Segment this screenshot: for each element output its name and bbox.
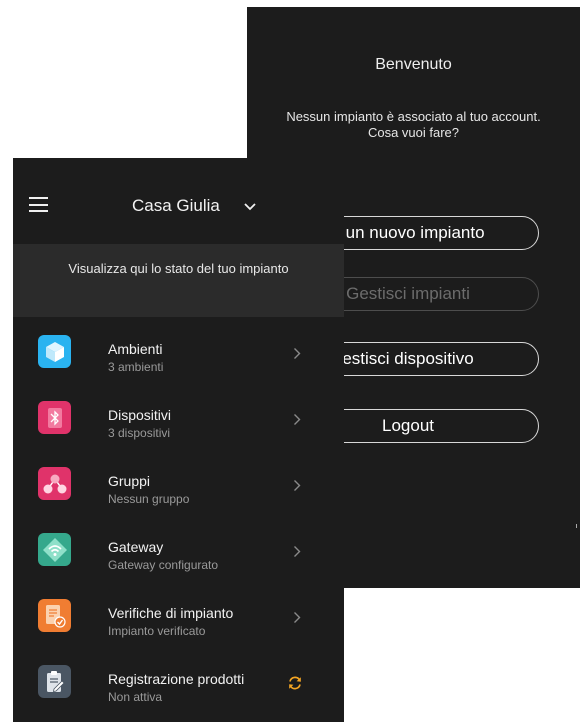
welcome-message-line2: Cosa vuoi fare? xyxy=(367,125,460,140)
chevron-right-icon xyxy=(294,612,301,623)
chevron-down-icon[interactable] xyxy=(243,202,257,211)
item-subtitle: Impianto verificato xyxy=(108,624,206,638)
status-text: Visualizza qui lo stato del tuo impianto xyxy=(68,261,289,276)
menu-item-dispositivi[interactable]: Dispositivi 3 dispositivi xyxy=(13,391,344,457)
chevron-right-icon xyxy=(294,546,301,557)
menu-item-ambienti[interactable]: Ambienti 3 ambienti xyxy=(13,325,344,391)
menu-item-gateway[interactable]: Gateway Gateway configurato xyxy=(13,523,344,589)
bluetooth-icon xyxy=(38,401,71,434)
top-bar: Casa Giulia xyxy=(13,158,344,244)
item-name: Gruppi xyxy=(108,473,151,489)
menu-item-gruppi[interactable]: Gruppi Nessun gruppo xyxy=(13,457,344,523)
welcome-message-line1: Nessun impianto è associato al tuo accou… xyxy=(286,109,541,124)
clipboard-edit-icon xyxy=(38,665,71,698)
item-subtitle: Gateway configurato xyxy=(108,558,219,572)
item-subtitle: 3 dispositivi xyxy=(108,426,171,440)
document-check-icon xyxy=(38,599,71,632)
status-banner: Visualizza qui lo stato del tuo impianto xyxy=(13,244,344,317)
chevron-right-icon xyxy=(294,348,301,359)
wifi-icon xyxy=(38,533,71,566)
home-title[interactable]: Casa Giulia xyxy=(132,196,220,216)
divider xyxy=(576,524,577,528)
chevron-right-icon xyxy=(294,414,301,425)
chevron-right-icon xyxy=(294,480,301,491)
menu-icon[interactable] xyxy=(29,197,48,212)
item-name: Dispositivi xyxy=(108,407,172,423)
cube-icon xyxy=(38,335,71,368)
item-name: Ambienti xyxy=(108,341,163,357)
welcome-message: Nessun impianto è associato al tuo accou… xyxy=(247,109,580,141)
menu-item-verifiche[interactable]: Verifiche di impianto Impianto verificat… xyxy=(13,589,344,655)
welcome-title: Benvenuto xyxy=(375,56,452,73)
item-subtitle: Non attiva xyxy=(108,690,163,704)
item-name: Verifiche di impianto xyxy=(108,605,234,621)
home-screen: Casa Giulia Visualizza qui lo stato del … xyxy=(13,158,344,722)
group-icon xyxy=(38,467,71,500)
sync-icon[interactable] xyxy=(287,675,303,691)
item-subtitle: 3 ambienti xyxy=(108,360,164,374)
menu-item-registrazione[interactable]: Registrazione prodotti Non attiva xyxy=(13,655,344,721)
item-name: Registrazione prodotti xyxy=(108,671,245,687)
item-name: Gateway xyxy=(108,539,164,555)
item-subtitle: Nessun gruppo xyxy=(108,492,190,506)
